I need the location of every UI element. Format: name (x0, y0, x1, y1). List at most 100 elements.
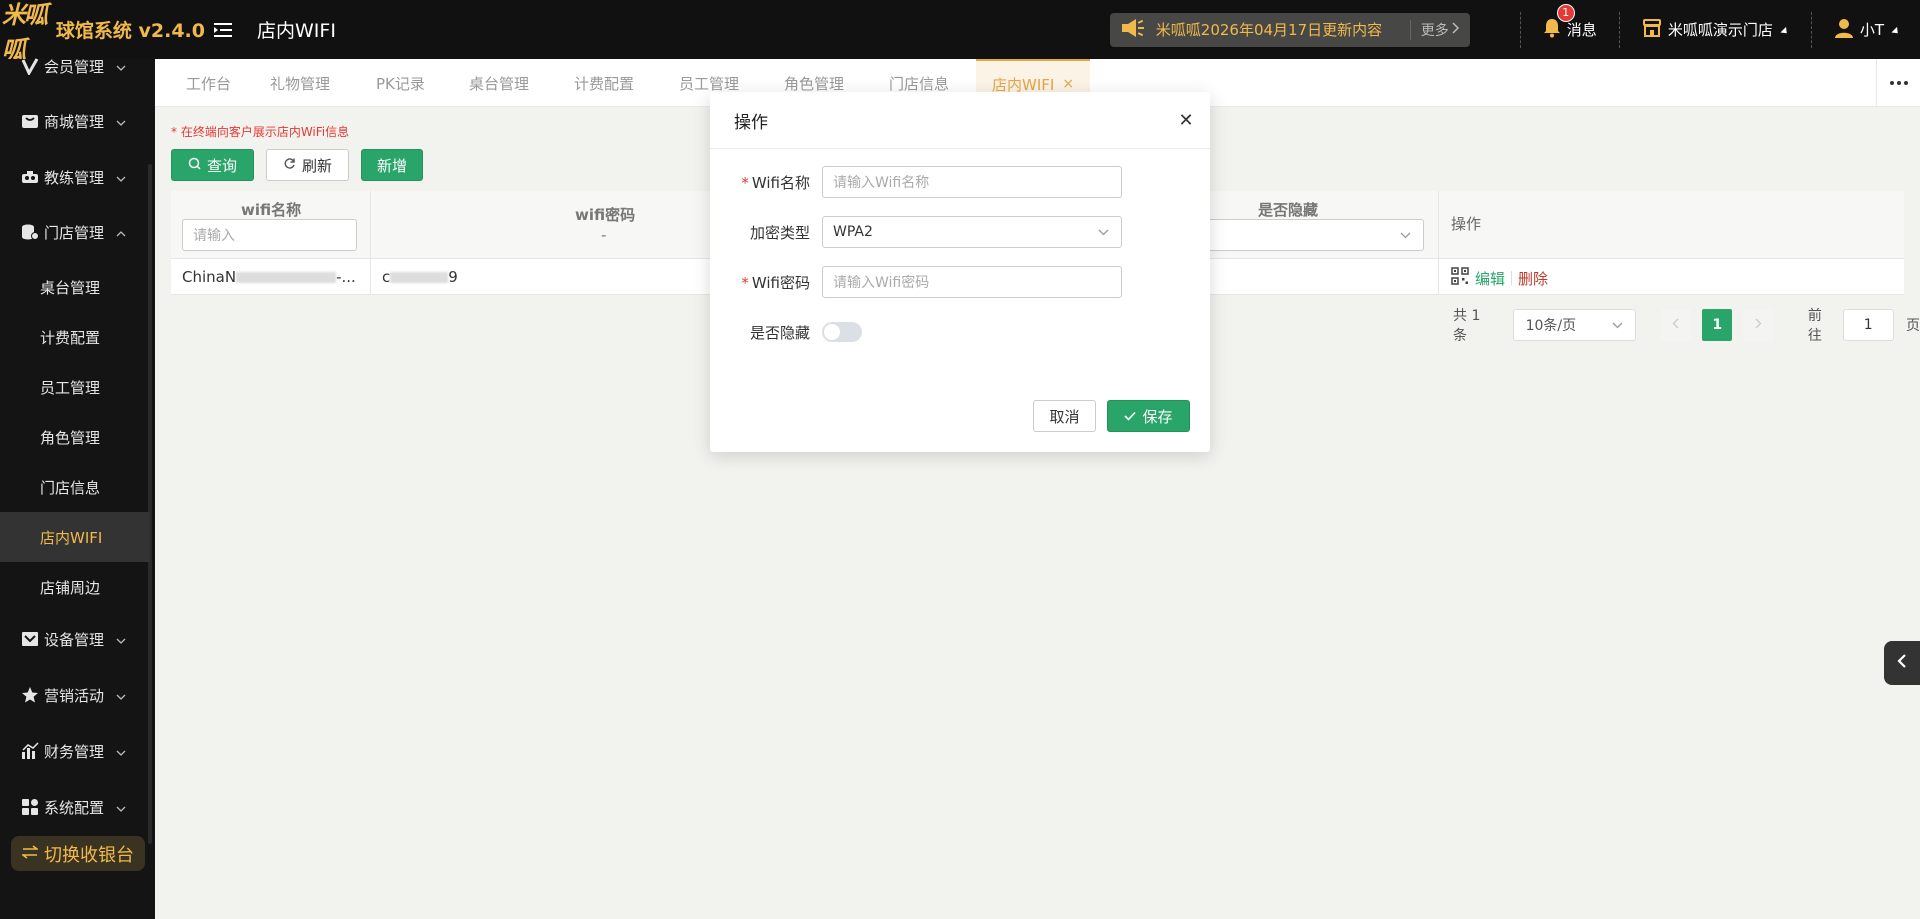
cell-wifi-name: ChinaN -... (182, 268, 356, 286)
form-row-encryption: 加密类型 WPA2 (710, 216, 1210, 248)
top-bar: 米呱呱 球馆系统 v2.4.0 店内WIFI 米呱呱2026年04月17日更新内… (0, 0, 1920, 64)
delete-link[interactable]: 删除 (1518, 268, 1548, 289)
tab-tables[interactable]: 桌台管理 (469, 59, 529, 107)
close-icon[interactable]: ✕ (1176, 110, 1196, 131)
wifi-password-input[interactable]: 请输入Wifi密码 (822, 266, 1122, 298)
bar-chart-icon (20, 741, 40, 761)
sidebar-sub-wifi[interactable]: 店内WIFI (0, 512, 150, 562)
save-button[interactable]: 保存 (1107, 400, 1190, 432)
sidebar-item-mall[interactable]: 商城管理 (0, 96, 150, 146)
members-icon (20, 56, 40, 76)
chevron-right-icon (1452, 21, 1460, 38)
more-icon[interactable] (1876, 59, 1920, 107)
sidebar-item-devices[interactable]: 设备管理 (0, 614, 150, 664)
refresh-button[interactable]: 刷新 (266, 149, 349, 181)
side-panel-toggle[interactable] (1884, 641, 1920, 685)
wifi-hint: * 在终端向客户展示店内WiFi信息 (171, 125, 350, 139)
cell-operations: 编辑 删除 (1451, 267, 1548, 289)
add-button[interactable]: 新增 (361, 149, 423, 181)
sidebar-item-members[interactable]: 会员管理 (0, 41, 150, 91)
chevron-down-icon (116, 630, 126, 648)
star-icon (20, 685, 40, 705)
mall-icon (20, 111, 40, 131)
col-hidden: 是否隐藏 (1258, 201, 1319, 219)
hidden-filter-select[interactable] (1202, 219, 1424, 251)
sidebar-sub-billing[interactable]: 计费配置 (0, 312, 150, 362)
search-icon (188, 156, 201, 174)
sidebar-sub-store-info[interactable]: 门店信息 (0, 462, 150, 512)
chevron-up-icon (116, 223, 126, 241)
grid-icon (20, 797, 40, 817)
qrcode-icon[interactable] (1451, 267, 1469, 289)
chevron-left-icon (1897, 653, 1907, 673)
name-filter-input[interactable]: 请输入 (182, 219, 357, 251)
col-wifi-password: wifi密码 (575, 206, 636, 224)
sidebar-item-store[interactable]: 门店管理 (0, 207, 150, 257)
tab-workbench[interactable]: 工作台 (186, 59, 231, 107)
col-wifi-name: wifi名称 (241, 201, 302, 219)
chevron-down-icon (116, 798, 126, 816)
form-row-wifi-password: * Wifi密码 请输入Wifi密码 (710, 266, 1210, 298)
form-row-wifi-name: * Wifi名称 请输入Wifi名称 (710, 166, 1210, 198)
coach-icon (20, 167, 40, 187)
close-icon[interactable]: × (1062, 76, 1074, 92)
notice-more-link[interactable]: 更多 (1421, 20, 1460, 40)
sidebar-item-system[interactable]: 系统配置 (0, 782, 150, 832)
store-icon (1642, 18, 1662, 42)
pagination: 共 1 条 10条/页 1 前往 1 页 (1453, 305, 1920, 345)
edit-link[interactable]: 编辑 (1475, 268, 1505, 289)
refresh-icon (283, 156, 296, 174)
page-size-select[interactable]: 10条/页 (1512, 309, 1636, 341)
caret-down-icon (1891, 26, 1901, 37)
sidebar-item-marketing[interactable]: 营销活动 (0, 670, 150, 720)
user-menu[interactable]: 小T (1834, 18, 1901, 42)
user-name: 小T (1859, 21, 1884, 39)
chevron-right-icon (1755, 317, 1762, 333)
goto-label: 前往 (1807, 308, 1822, 344)
chevron-down-icon (1098, 224, 1109, 240)
sidebar-sub-tables[interactable]: 桌台管理 (0, 262, 150, 312)
sidebar-sub-staff[interactable]: 员工管理 (0, 362, 150, 412)
goto-page-input[interactable]: 1 (1842, 309, 1894, 341)
messages-button[interactable]: 1 消息 (1543, 3, 1597, 42)
chevron-down-icon (116, 112, 126, 130)
sidebar-item-coaches[interactable]: 教练管理 (0, 152, 150, 202)
megaphone-icon (1120, 17, 1146, 43)
notice-text: 米呱呱2026年04月17日更新内容 (1155, 21, 1383, 39)
hidden-toggle[interactable] (822, 322, 862, 342)
menu-collapse-icon[interactable] (209, 22, 237, 38)
encryption-type-select[interactable]: WPA2 (822, 216, 1122, 248)
page-title: 店内WIFI (257, 20, 336, 42)
update-notice[interactable]: 米呱呱2026年04月17日更新内容 更多 (1109, 12, 1470, 47)
page-1-button[interactable]: 1 (1702, 309, 1733, 341)
chevron-down-icon (116, 168, 126, 186)
form-row-hidden: 是否隐藏 (710, 316, 1210, 348)
prev-page-button[interactable] (1660, 309, 1692, 341)
sidebar-sub-roles[interactable]: 角色管理 (0, 412, 150, 462)
store-name: 米呱呱演示门店 (1667, 21, 1773, 39)
col-operations: 操作 (1451, 215, 1482, 233)
chevron-down-icon (1612, 317, 1623, 333)
tab-gifts[interactable]: 礼物管理 (270, 59, 330, 107)
store-selector[interactable]: 米呱呱演示门店 (1642, 18, 1790, 42)
caret-down-icon (1780, 26, 1790, 37)
switch-cashier-button[interactable]: 切换收银台 (11, 836, 145, 871)
next-page-button[interactable] (1743, 309, 1774, 341)
dialog-title: 操作 (710, 92, 1210, 149)
device-icon (20, 629, 40, 649)
sidebar-item-finance[interactable]: 财务管理 (0, 726, 150, 776)
message-count-badge: 1 (1556, 3, 1575, 22)
chevron-down-icon (116, 686, 126, 704)
col-password-filter: - (601, 226, 607, 244)
wifi-name-input[interactable]: 请输入Wifi名称 (822, 166, 1122, 198)
tab-billing[interactable]: 计费配置 (574, 59, 634, 107)
sidebar-sub-nearby[interactable]: 店铺周边 (0, 562, 150, 612)
cell-wifi-password: c9 (382, 268, 458, 286)
cancel-button[interactable]: 取消 (1033, 400, 1096, 432)
user-avatar-icon (1834, 18, 1854, 42)
query-button[interactable]: 查询 (171, 149, 254, 181)
check-icon (1124, 407, 1137, 425)
chevron-down-icon (1400, 227, 1411, 243)
tab-pk-records[interactable]: PK记录 (376, 59, 425, 107)
total-count: 共 1 条 (1453, 308, 1481, 344)
